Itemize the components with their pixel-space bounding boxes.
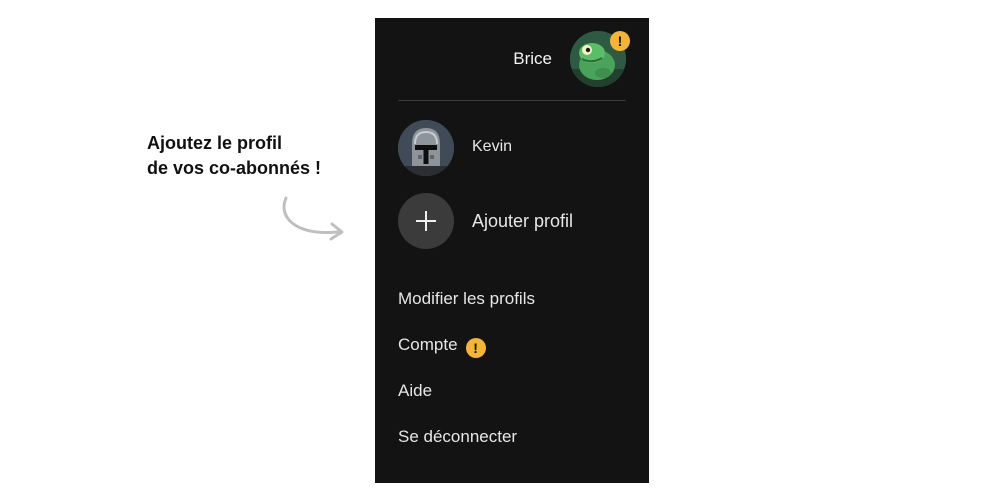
menu-item-account[interactable]: Compte! bbox=[398, 334, 486, 358]
menu-item-label: Compte bbox=[398, 335, 458, 354]
add-profile-button[interactable]: Ajouter profil bbox=[398, 193, 628, 249]
avatar bbox=[398, 120, 454, 176]
profile-alert-badge: ! bbox=[610, 31, 630, 51]
profile-item-kevin[interactable]: Kevin bbox=[398, 120, 628, 176]
header-divider bbox=[398, 100, 626, 101]
add-profile-circle bbox=[398, 193, 454, 249]
stage: Ajoutez le profil de vos co-abonnés ! Br… bbox=[0, 0, 1000, 500]
profile-name: Kevin bbox=[472, 138, 513, 155]
menu-item-label: Modifier les profils bbox=[398, 289, 535, 308]
annotation-line-2: de vos co-abonnés ! bbox=[147, 158, 322, 178]
annotation-text: Ajoutez le profil de vos co-abonnés ! bbox=[147, 131, 377, 181]
helmet-avatar-icon bbox=[398, 120, 454, 176]
menu-item-help[interactable]: Aide bbox=[398, 380, 432, 402]
current-user-header[interactable]: Brice ! bbox=[375, 18, 649, 100]
current-user-name: Brice bbox=[513, 49, 552, 68]
add-profile-label: Ajouter profil bbox=[472, 211, 574, 231]
menu-item-label: Aide bbox=[398, 381, 433, 400]
menu-item-label: Se déconnecter bbox=[398, 427, 518, 446]
annotation-line-1: Ajoutez le profil bbox=[147, 133, 282, 153]
account-alert-badge: ! bbox=[465, 338, 486, 358]
menu-item-edit-profiles[interactable]: Modifier les profils bbox=[398, 288, 535, 310]
curved-arrow-icon bbox=[282, 196, 344, 241]
profile-dropdown-menu: Brice ! Kevin Ajouter profil Modifier le… bbox=[375, 18, 649, 483]
plus-icon bbox=[416, 211, 436, 231]
menu-item-logout[interactable]: Se déconnecter bbox=[398, 426, 517, 448]
